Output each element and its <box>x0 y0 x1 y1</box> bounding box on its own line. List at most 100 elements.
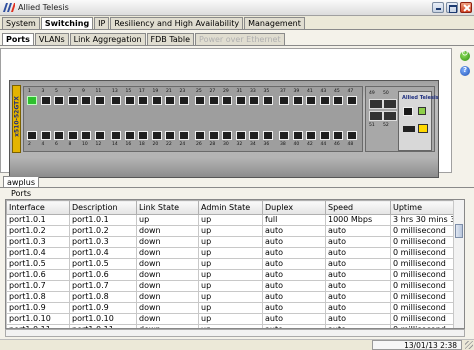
tab-fdb-table[interactable]: FDB Table <box>146 33 195 45</box>
port-8[interactable] <box>67 131 78 140</box>
port-28[interactable] <box>208 131 219 140</box>
port-43[interactable] <box>319 96 330 105</box>
scrollbar-thumb[interactable] <box>455 224 463 238</box>
tab-management[interactable]: Management <box>244 17 305 29</box>
column-header-duplex[interactable]: Duplex <box>262 200 326 215</box>
ports-section-title: Ports <box>11 189 32 198</box>
port-4[interactable] <box>40 131 51 140</box>
port-19[interactable] <box>151 96 162 105</box>
sfp-port-52[interactable] <box>383 111 397 121</box>
table-cell: port1.0.1 <box>69 214 137 226</box>
port-32[interactable] <box>235 131 246 140</box>
table-horizontal-scrollbar[interactable] <box>5 329 465 337</box>
help-icon[interactable] <box>460 66 470 76</box>
port-26[interactable] <box>195 131 205 140</box>
port-47[interactable] <box>346 96 357 105</box>
column-header-link-state[interactable]: Link State <box>136 200 199 215</box>
port-25[interactable] <box>195 96 205 105</box>
table-cell: down <box>136 225 199 237</box>
table-row[interactable]: port1.0.7 port1.0.7 down up auto auto 0 millis… <box>6 280 456 292</box>
port-40[interactable] <box>292 131 303 140</box>
port-3[interactable] <box>40 96 51 105</box>
sfp-port-51[interactable] <box>369 111 383 121</box>
refresh-icon[interactable] <box>460 49 470 61</box>
sfp-number-label: 51 <box>369 123 375 128</box>
port-number-label: 48 <box>347 142 354 147</box>
port-number-label: 45 <box>334 89 340 94</box>
port-6[interactable] <box>54 131 64 140</box>
table-row[interactable]: port1.0.4 port1.0.4 down up auto auto 0 millis… <box>6 247 456 259</box>
table-vertical-scrollbar[interactable] <box>453 200 464 328</box>
port-39[interactable] <box>292 96 303 105</box>
minimize-button[interactable] <box>432 2 444 13</box>
table-row[interactable]: port1.0.10 port1.0.10 down up auto auto 0 mill… <box>6 313 456 325</box>
port-number-label: 33 <box>250 89 256 94</box>
port-34[interactable] <box>249 131 259 140</box>
port-17[interactable] <box>138 96 148 105</box>
maximize-button[interactable] <box>446 2 458 13</box>
table-row[interactable]: port1.0.3 port1.0.3 down up auto auto 0 millis… <box>6 236 456 248</box>
table-cell: port1.0.10 <box>6 313 70 325</box>
port-41[interactable] <box>306 96 316 105</box>
table-row[interactable]: port1.0.5 port1.0.5 down up auto auto 0 millis… <box>6 258 456 270</box>
port-30[interactable] <box>222 131 232 140</box>
table-row[interactable]: port1.0.8 port1.0.8 down up auto auto 0 millis… <box>6 291 456 303</box>
close-button[interactable] <box>460 2 472 13</box>
tab-ip[interactable]: IP <box>94 17 110 29</box>
sfp-number-label: 50 <box>383 91 389 96</box>
port-10[interactable] <box>81 131 91 140</box>
port-27[interactable] <box>208 96 219 105</box>
port-16[interactable] <box>124 131 135 140</box>
port-21[interactable] <box>165 96 175 105</box>
port-23[interactable] <box>178 96 189 105</box>
tab-link-aggregation[interactable]: Link Aggregation <box>69 33 146 45</box>
table-row[interactable]: port1.0.6 port1.0.6 down up auto auto 0 millis… <box>6 269 456 281</box>
table-row[interactable]: port1.0.1 port1.0.1 up up full 1000 Mbps 3 hrs… <box>6 214 456 226</box>
tab-system[interactable]: System <box>2 17 40 29</box>
port-36[interactable] <box>262 131 273 140</box>
port-9[interactable] <box>81 96 91 105</box>
port-7[interactable] <box>67 96 78 105</box>
management-port[interactable] <box>403 107 413 116</box>
warning-badge-icon <box>418 124 428 133</box>
port-48[interactable] <box>346 131 357 140</box>
table-row[interactable]: port1.0.9 port1.0.9 down up auto auto 0 millis… <box>6 302 456 314</box>
port-44[interactable] <box>319 131 330 140</box>
column-header-interface[interactable]: Interface <box>6 200 70 215</box>
column-header-uptime[interactable]: Uptime <box>390 200 456 215</box>
port-1[interactable] <box>27 96 37 105</box>
port-29[interactable] <box>222 96 232 105</box>
port-33[interactable] <box>249 96 259 105</box>
resize-grip-icon[interactable] <box>465 341 473 349</box>
tab-resiliency[interactable]: Resiliency and High Availability <box>110 17 244 29</box>
port-35[interactable] <box>262 96 273 105</box>
port-42[interactable] <box>306 131 316 140</box>
port-18[interactable] <box>138 131 148 140</box>
port-number-label: 40 <box>293 142 300 147</box>
port-11[interactable] <box>94 96 105 105</box>
port-2[interactable] <box>27 131 37 140</box>
sfp-port-50[interactable] <box>383 99 397 109</box>
port-22[interactable] <box>165 131 175 140</box>
port-24[interactable] <box>178 131 189 140</box>
column-header-speed[interactable]: Speed <box>325 200 391 215</box>
table-row[interactable]: port1.0.2 port1.0.2 down up auto auto 0 millis… <box>6 225 456 237</box>
tab-vlans[interactable]: VLANs <box>34 33 69 45</box>
port-5[interactable] <box>54 96 64 105</box>
port-20[interactable] <box>151 131 162 140</box>
port-number-label: 38 <box>280 142 286 147</box>
port-13[interactable] <box>111 96 121 105</box>
port-46[interactable] <box>333 131 343 140</box>
port-45[interactable] <box>333 96 343 105</box>
column-header-admin-state[interactable]: Admin State <box>198 200 263 215</box>
table-cell: up <box>136 214 199 226</box>
port-15[interactable] <box>124 96 135 105</box>
column-header-description[interactable]: Description <box>69 200 137 215</box>
port-37[interactable] <box>279 96 289 105</box>
sfp-port-49[interactable] <box>369 99 383 109</box>
port-38[interactable] <box>279 131 289 140</box>
port-31[interactable] <box>235 96 246 105</box>
port-12[interactable] <box>94 131 105 140</box>
port-14[interactable] <box>111 131 121 140</box>
table-cell: auto <box>262 302 326 314</box>
